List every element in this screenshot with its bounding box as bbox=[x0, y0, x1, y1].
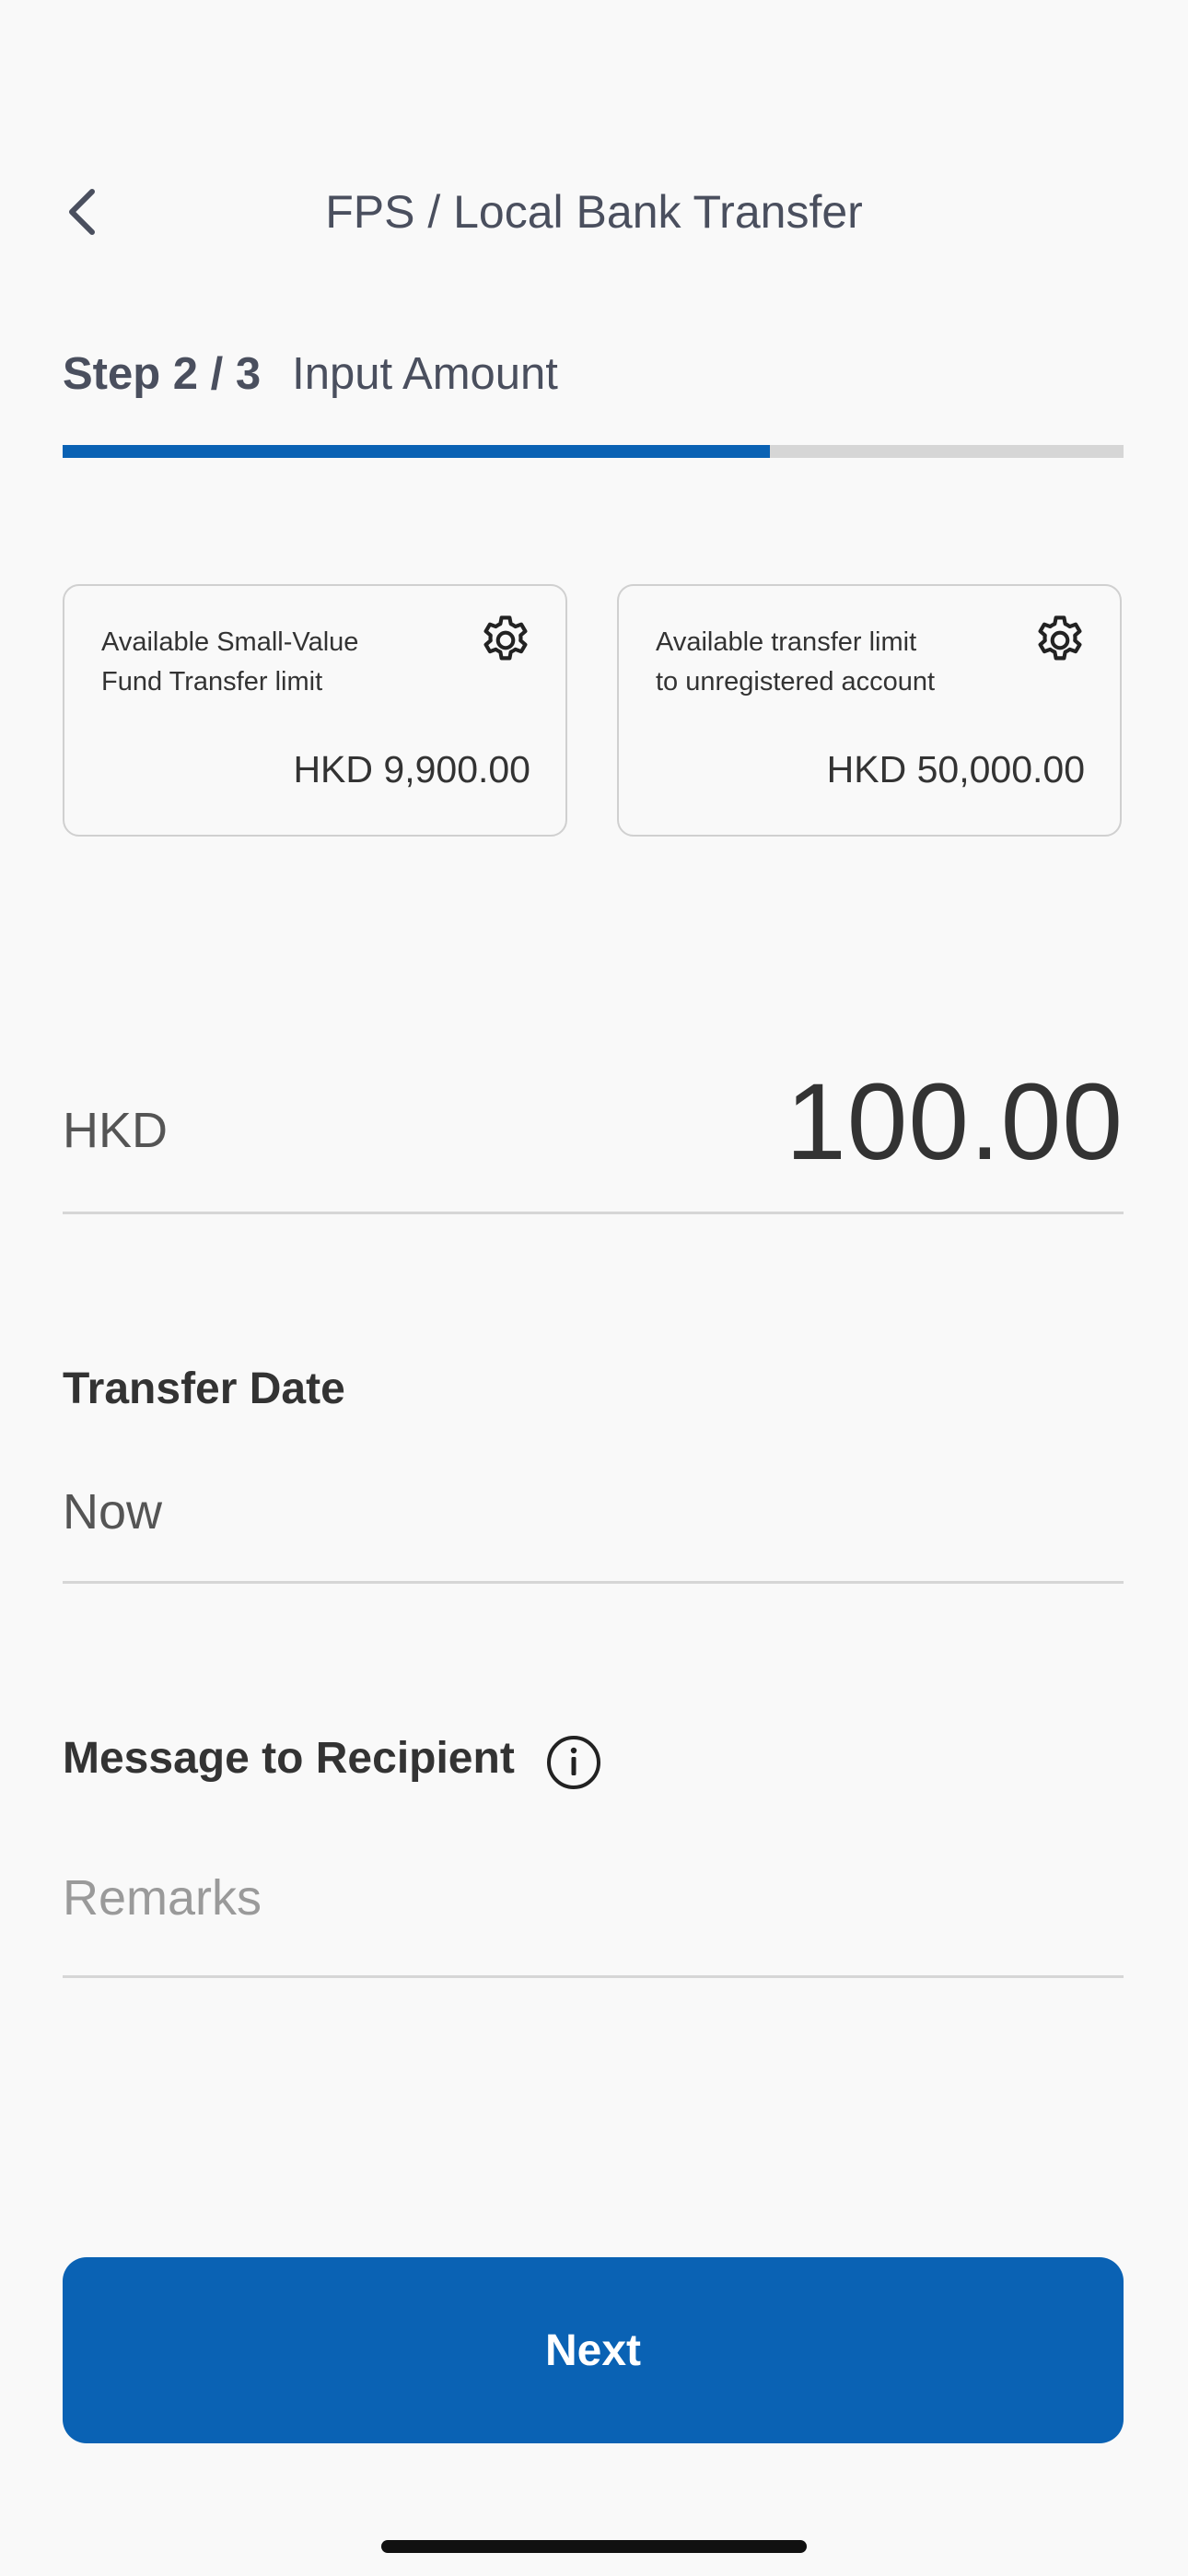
progress-bar-fill bbox=[63, 445, 771, 458]
limit-card-title: Available transfer limit to unregistered… bbox=[656, 627, 936, 697]
transfer-date-field[interactable]: Now bbox=[63, 1483, 162, 1540]
gear-icon[interactable] bbox=[477, 612, 534, 669]
step-label: Input Amount bbox=[292, 349, 558, 399]
amount-input[interactable]: 100.00 bbox=[786, 1060, 1124, 1185]
amount-divider bbox=[63, 1212, 1124, 1214]
transfer-date-label: Transfer Date bbox=[63, 1364, 345, 1413]
limit-card-title: Available Small-Value Fund Transfer limi… bbox=[101, 627, 359, 697]
message-label: Message to Recipient bbox=[63, 1734, 515, 1783]
step-indicator: Step 2 / 3 Input Amount bbox=[63, 348, 558, 413]
message-divider bbox=[63, 1975, 1124, 1978]
remarks-input[interactable] bbox=[63, 1856, 1124, 1939]
limit-card-value: HKD 50,000.00 bbox=[826, 748, 1085, 790]
step-number: Step 2 / 3 bbox=[63, 349, 262, 399]
page-title: FPS / Local Bank Transfer bbox=[325, 186, 863, 238]
unregistered-limit-card: Available transfer limit to unregistered… bbox=[617, 584, 1122, 837]
info-icon[interactable] bbox=[545, 1734, 602, 1791]
next-button[interactable]: Next bbox=[63, 2257, 1124, 2443]
limit-card-value: HKD 9,900.00 bbox=[293, 748, 530, 790]
gear-icon[interactable] bbox=[1031, 612, 1089, 669]
home-indicator[interactable] bbox=[381, 2540, 807, 2553]
transfer-date-divider bbox=[63, 1581, 1124, 1584]
small-value-limit-card: Available Small-Value Fund Transfer limi… bbox=[63, 584, 567, 837]
currency-label: HKD bbox=[63, 1103, 169, 1158]
progress-bar bbox=[63, 445, 1124, 458]
